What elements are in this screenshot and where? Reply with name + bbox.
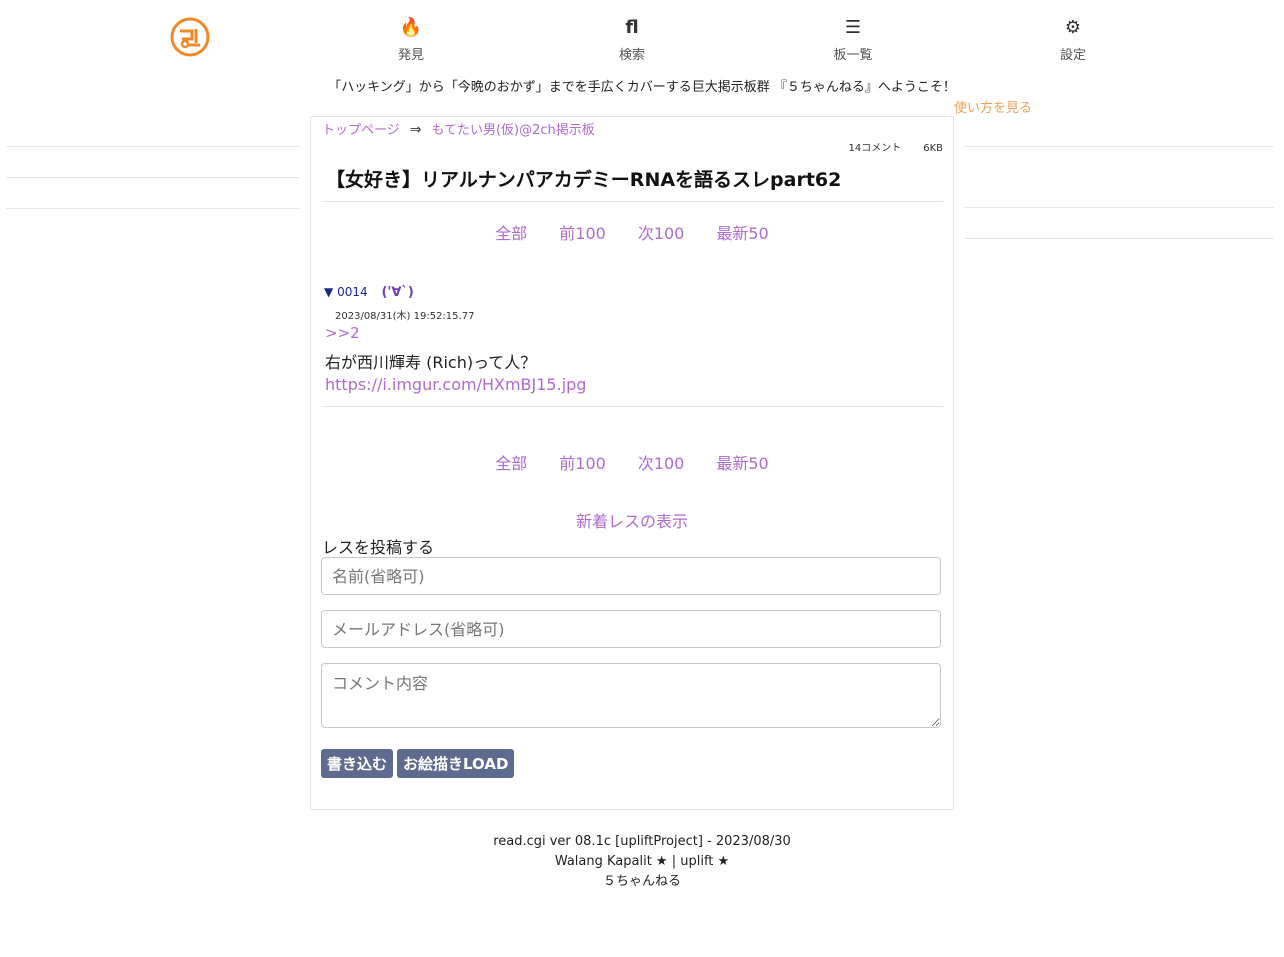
divider [964,207,1274,208]
comment-count: 14コメント [848,143,902,154]
nav-boards[interactable]: ☰ 板一覧 [793,16,913,63]
divider [6,177,300,178]
divider [6,146,300,147]
list-icon: ☰ [844,17,862,38]
post-header: ▼ 0014 ('∀`) [324,285,414,300]
breadcrumb: トップページ ⇒ もてたい男(仮)@2ch掲示板 [322,119,595,138]
pager-all[interactable]: 全部 [495,454,527,473]
footer: read.cgi ver 08.1c [upliftProject] - 202… [0,832,1284,892]
gear-icon: ⚙ [1064,17,1082,38]
post-name: ('∀`) [381,285,414,300]
footer-version: read.cgi ver 08.1c [upliftProject] - 202… [493,834,791,849]
pager-top: 全部 前100 次100 最新50 [311,220,953,244]
pager-next[interactable]: 次100 [638,224,685,243]
pager-bottom: 全部 前100 次100 最新50 [311,450,953,474]
divider [322,406,943,407]
search-icon: fl [625,17,639,38]
pager-next[interactable]: 次100 [638,454,685,473]
post-number[interactable]: 0014 [337,285,368,299]
pager-prev[interactable]: 前100 [559,454,606,473]
comment-field[interactable] [321,663,941,728]
email-field[interactable] [321,610,941,648]
reply-form-title: レスを投稿する [322,538,435,557]
post-image-link[interactable]: https://i.imgur.com/HXmBJ15.jpg [325,375,586,394]
arrow-icon: ⇒ [409,122,422,138]
footer-credits: Walang Kapalit ★ | uplift ★ [554,854,730,869]
site-logo[interactable] [170,17,210,57]
post-body: 右が西川輝寿 (Rich)って人？ [325,353,537,372]
breadcrumb-board-link[interactable]: もてたい男(仮)@2ch掲示板 [431,123,594,138]
nav-settings-label: 設定 [1059,48,1086,63]
divider [964,146,1274,147]
divider [964,238,1274,239]
breadcrumb-top-link[interactable]: トップページ [322,123,400,138]
thread-title: 【女好き】リアルナンパアカデミーRNAを語るスレpart62 [326,169,842,191]
nav-boards-label: 板一覧 [833,48,873,63]
submit-button[interactable]: 書き込む [321,749,394,778]
nav-settings[interactable]: ⚙ 設定 [1013,16,1133,63]
post-date: 2023/08/31(木) 19:52:15.77 [335,311,475,322]
name-field[interactable] [321,557,941,595]
welcome-message: 「ハッキング」から「今晩のおかず」までを手広くカバーする巨大掲示板群 『５ちゃん… [328,80,956,95]
pager-prev[interactable]: 前100 [559,224,606,243]
divider [6,208,300,209]
new-replies-link[interactable]: 新着レスの表示 [311,508,953,532]
divider [322,201,943,202]
fire-icon: 🔥 [399,17,423,38]
nav-search-label: 検索 [618,48,645,63]
howto-link[interactable]: 使い方を見る [954,97,1032,116]
nav-discover-label: 発見 [397,48,424,63]
thread-card: トップページ ⇒ もてたい男(仮)@2ch掲示板 14コメント 6KB 【女好き】リア… [310,116,954,810]
oekaki-button[interactable]: お絵描きLOAD [397,749,515,778]
nav-discover[interactable]: 🔥 発見 [351,16,471,63]
post-anchor-link[interactable]: >>2 [325,324,360,342]
footer-site-name[interactable]: ５ちゃんねる [0,872,1284,892]
post-collapse-icon[interactable]: ▼ [324,285,333,299]
pager-all[interactable]: 全部 [495,224,527,243]
pager-latest[interactable]: 最新50 [716,224,768,243]
thread-size: 6KB [923,143,943,154]
nav-search[interactable]: fl 検索 [572,16,692,63]
thread-meta: 14コメント 6KB [848,139,943,154]
pager-latest[interactable]: 最新50 [716,454,768,473]
